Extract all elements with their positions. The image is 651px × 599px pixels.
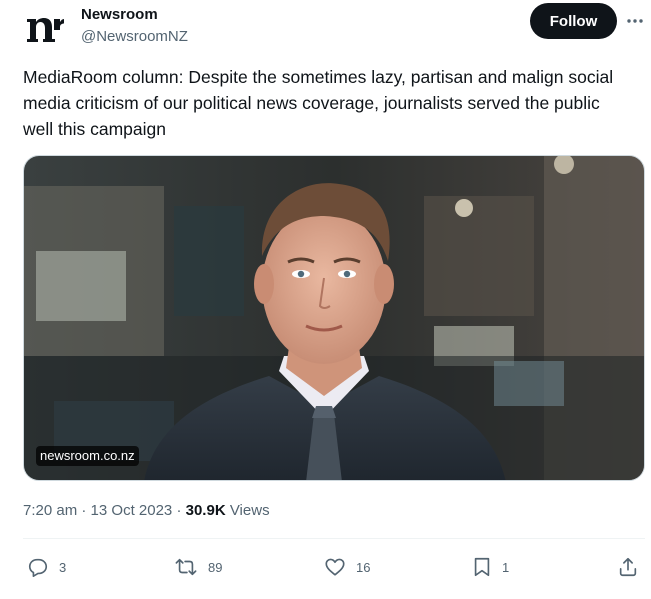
more-horizontal-icon bbox=[627, 19, 643, 23]
heart-icon bbox=[325, 558, 345, 576]
repost-count: 89 bbox=[208, 559, 223, 575]
article-photo bbox=[24, 156, 644, 480]
tweet-meta: 7:20 am · 13 Oct 2023 · 30.9K Views bbox=[23, 501, 270, 521]
share-icon bbox=[619, 557, 637, 577]
tweet-time[interactable]: 7:20 am bbox=[23, 502, 77, 519]
like-count: 16 bbox=[356, 559, 371, 575]
author-handle[interactable]: @NewsroomNZ bbox=[81, 28, 188, 46]
more-options-button[interactable] bbox=[624, 10, 646, 32]
tweet-text: MediaRoom column: Despite the sometimes … bbox=[23, 67, 614, 139]
like-button[interactable]: 16 bbox=[324, 552, 370, 582]
bookmark-button[interactable]: 1 bbox=[472, 552, 509, 582]
action-bar: 3 89 16 1 bbox=[23, 552, 645, 582]
tweet-date[interactable]: 13 Oct 2023 bbox=[91, 502, 173, 519]
newsroom-logo-icon bbox=[22, 6, 66, 50]
repost-icon bbox=[175, 558, 197, 576]
reply-icon bbox=[28, 558, 48, 577]
repost-button[interactable]: 89 bbox=[174, 552, 222, 582]
reply-button[interactable]: 3 bbox=[27, 552, 66, 582]
bookmark-icon bbox=[474, 557, 490, 577]
views-label: Views bbox=[229, 502, 270, 519]
media-card[interactable]: newsroom.co.nz bbox=[23, 155, 645, 481]
media-domain-label: newsroom.co.nz bbox=[36, 446, 139, 466]
meta-separator: · bbox=[176, 502, 182, 519]
tweet: Newsroom @NewsroomNZ Follow MediaRoom co… bbox=[0, 0, 651, 599]
author-display-name[interactable]: Newsroom bbox=[81, 6, 188, 24]
follow-button[interactable]: Follow bbox=[530, 3, 617, 39]
divider bbox=[23, 538, 645, 539]
author-block: Newsroom @NewsroomNZ bbox=[81, 6, 188, 46]
share-button[interactable] bbox=[617, 552, 639, 582]
avatar[interactable] bbox=[22, 6, 66, 50]
views-count: 30.9K bbox=[185, 502, 226, 519]
reply-count: 3 bbox=[59, 559, 67, 575]
meta-separator: · bbox=[81, 502, 87, 519]
bookmark-count: 1 bbox=[502, 559, 510, 575]
